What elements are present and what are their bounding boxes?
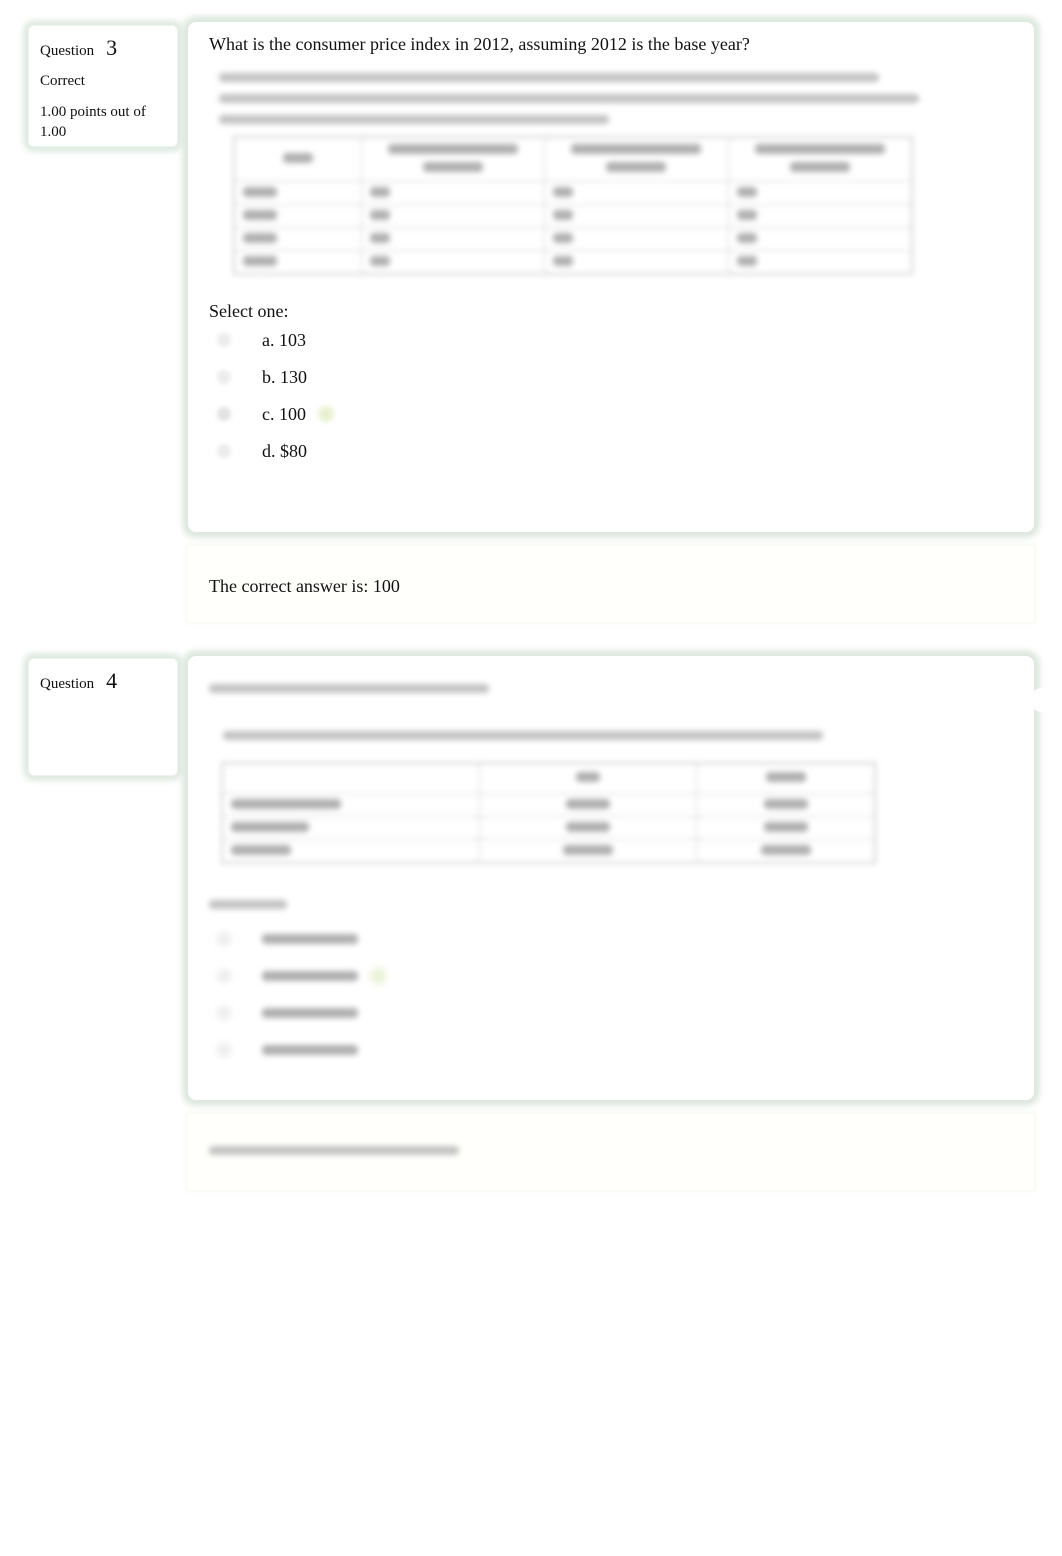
option-label: b. 130 [262,366,307,387]
option-label: c. 100 [262,403,306,424]
question-4-feedback [188,1114,1034,1190]
question-4-content [188,656,1034,1100]
obscured-question-body [219,73,919,275]
question-4-info: Question 4 [28,658,178,776]
correct-check-icon [368,966,388,986]
radio-button[interactable] [217,1043,231,1057]
option[interactable] [209,958,1013,995]
radio-button[interactable] [217,333,231,347]
option-label: a. 103 [262,329,306,350]
question-grade: 1.00 points out of 1.00 [40,104,146,140]
question-label: Question [40,676,95,692]
radio-button[interactable] [217,932,231,946]
question-3-content: What is the consumer price index in 2012… [188,22,1034,532]
obscured-question-body [209,684,1013,1069]
option-d[interactable]: d. $80 [209,433,1013,470]
obscured-data-table [233,136,913,275]
question-number: 4 [106,668,118,693]
question-3-feedback: The correct answer is: 100 [188,546,1034,622]
answer-options: a. 103 b. 130 c. 100 d. $80 [209,322,1013,470]
option-c[interactable]: c. 100 [209,396,1013,433]
option[interactable] [209,921,1013,958]
question-label: Question [40,43,95,59]
question-number: 3 [106,35,118,60]
radio-button[interactable] [217,969,231,983]
correct-check-icon [316,404,336,424]
correct-answer-text: The correct answer is: 100 [209,576,400,596]
obscured-data-table [221,762,876,864]
question-text: What is the consumer price index in 2012… [209,34,750,54]
question-3-info: Question 3 Correct 1.00 points out of 1.… [28,25,178,147]
select-prompt: Select one: [209,300,289,321]
radio-button[interactable] [217,1006,231,1020]
question-state: Correct [40,73,85,89]
option[interactable] [209,995,1013,1032]
radio-button[interactable] [217,444,231,458]
answer-options [209,921,1013,1069]
obscured-feedback-text [209,1114,1013,1155]
option[interactable] [209,1032,1013,1069]
radio-button[interactable] [217,370,231,384]
option-b[interactable]: b. 130 [209,359,1013,396]
option-a[interactable]: a. 103 [209,322,1013,359]
radio-button-selected[interactable] [217,407,231,421]
option-label: d. $80 [262,440,307,461]
side-tab-notch [1030,688,1050,712]
